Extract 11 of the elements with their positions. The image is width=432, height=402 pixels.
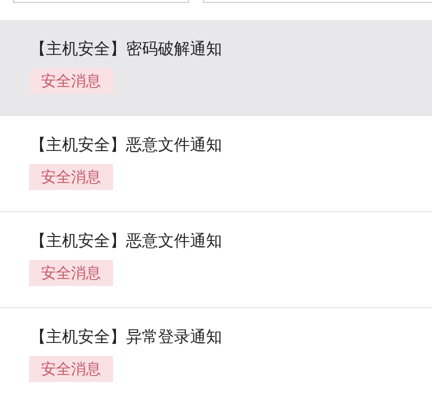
- notification-tag: 安全消息: [29, 260, 113, 286]
- input-field[interactable]: [13, 0, 189, 3]
- notification-title: 【主机安全】恶意文件通知: [30, 134, 222, 156]
- notification-title: 【主机安全】异常登录通知: [30, 326, 222, 348]
- notification-tag: 安全消息: [29, 68, 113, 94]
- notification-tag: 安全消息: [29, 356, 113, 382]
- notification-item[interactable]: 【主机安全】密码破解通知 安全消息: [0, 20, 432, 116]
- notification-title: 【主机安全】密码破解通知: [30, 38, 222, 60]
- notification-tag: 安全消息: [29, 164, 113, 190]
- notification-title: 【主机安全】恶意文件通知: [30, 230, 222, 252]
- input-field[interactable]: [203, 0, 432, 3]
